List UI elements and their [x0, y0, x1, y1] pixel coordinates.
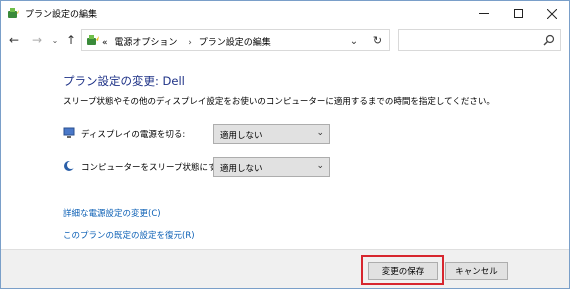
cancel-button[interactable]: キャンセル	[445, 262, 508, 280]
maximize-icon	[513, 9, 523, 18]
forward-arrow-icon: →	[31, 33, 43, 47]
sleep-value: 適用しない	[220, 164, 263, 174]
page-title: プラン設定の変更: Dell	[63, 74, 185, 88]
address-bar[interactable]: « 電源オプション › プラン設定の編集 ⌄	[81, 29, 390, 51]
minimize-button[interactable]	[467, 1, 501, 26]
sleep-select[interactable]: 適用しない ⌄	[213, 157, 330, 177]
chevron-down-icon: ⌄	[349, 35, 359, 47]
recent-locations-button[interactable]: ⌄	[47, 31, 63, 49]
breadcrumb-edit-plan[interactable]: プラン設定の編集	[199, 38, 271, 48]
main-content: プラン設定の変更: Dell スリープ状態やその他のディスプレイ設定をお使いのコ…	[1, 53, 569, 249]
breadcrumb-separator-icon[interactable]: ›	[188, 38, 192, 48]
display-off-setting: ディスプレイの電源を切る: 適用しない ⌄	[63, 124, 343, 144]
chevron-down-icon: ⌄	[316, 128, 324, 138]
breadcrumb-power-options[interactable]: 電源オプション	[114, 38, 177, 48]
display-icon	[63, 127, 75, 138]
close-icon	[547, 8, 557, 19]
minimize-icon	[479, 13, 489, 14]
breadcrumb: « 電源オプション › プラン設定の編集	[102, 35, 275, 48]
sleep-moon-icon	[64, 161, 75, 171]
power-options-icon	[87, 35, 99, 45]
display-off-label: ディスプレイの電源を切る:	[81, 130, 186, 140]
display-off-value: 適用しない	[220, 131, 263, 141]
advanced-power-settings-link[interactable]: 詳細な電源設定の変更(C)	[63, 207, 161, 219]
sleep-label: コンピューターをスリープ状態にする:	[81, 163, 228, 173]
up-arrow-icon: ↑	[65, 33, 77, 47]
power-options-icon	[8, 8, 19, 18]
search-icon	[543, 34, 555, 46]
page-description: スリープ状態やその他のディスプレイ設定をお使いのコンピューターに適用するまでの時…	[63, 97, 495, 107]
edit-plan-window: プラン設定の編集 ← → ⌄ ↑ « 電源オプション › プラン設定の編集 ⌄ …	[0, 0, 570, 289]
refresh-button[interactable]: ↻	[366, 29, 390, 51]
refresh-icon: ↻	[372, 33, 383, 47]
window-title: プラン設定の編集	[25, 10, 98, 20]
display-off-select[interactable]: 適用しない ⌄	[213, 124, 330, 144]
sleep-setting: コンピューターをスリープ状態にする: 適用しない ⌄	[63, 157, 343, 177]
back-button[interactable]: ←	[6, 31, 22, 49]
up-button[interactable]: ↑	[63, 31, 79, 49]
save-changes-button[interactable]: 変更の保存	[368, 262, 438, 280]
chevron-down-icon: ⌄	[51, 35, 59, 45]
close-button[interactable]	[535, 1, 569, 26]
back-arrow-icon: ←	[8, 33, 20, 47]
address-dropdown-button[interactable]: ⌄	[346, 33, 362, 49]
navigation-bar: ← → ⌄ ↑ « 電源オプション › プラン設定の編集 ⌄ ↻	[1, 28, 569, 52]
title-bar: プラン設定の編集	[1, 1, 569, 26]
chevron-down-icon: ⌄	[316, 161, 324, 171]
restore-defaults-link[interactable]: このプランの既定の設定を復元(R)	[63, 229, 195, 241]
search-input[interactable]	[398, 29, 561, 51]
forward-button[interactable]: →	[29, 31, 45, 49]
breadcrumb-overflow[interactable]: «	[102, 38, 108, 48]
button-bar: 変更の保存 キャンセル	[1, 249, 569, 288]
maximize-button[interactable]	[501, 1, 535, 26]
